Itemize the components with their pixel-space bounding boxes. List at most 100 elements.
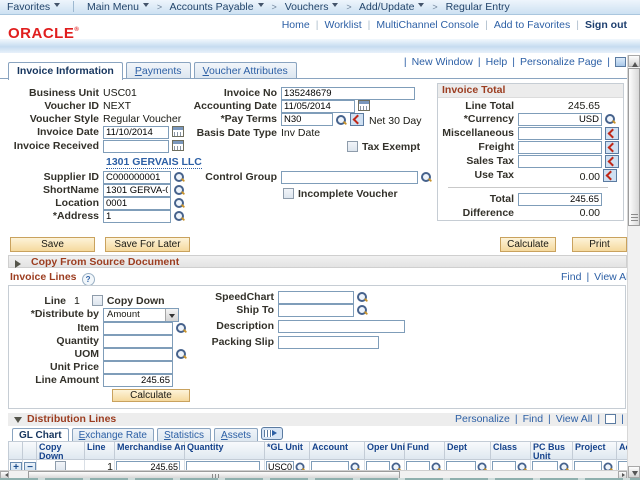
copy-down-checkbox[interactable] [92,295,103,306]
description-field[interactable] [278,320,405,333]
calendar-icon[interactable] [358,100,370,111]
dept-lookup-icon[interactable] [477,462,488,470]
row-oper-unit-field[interactable] [366,461,390,470]
favorites-menu[interactable]: Favorites [7,1,60,13]
show-all-columns-icon[interactable] [261,427,283,440]
invoice-received-field[interactable] [103,140,169,153]
tab-payments[interactable]: Payments [126,62,191,78]
breadcrumb-add-update[interactable]: Add/Update [359,1,424,13]
row-merchandise-amt-field[interactable] [116,461,180,470]
packing-slip-field[interactable] [278,336,379,349]
row-quantity-field[interactable] [186,461,260,470]
personalize-page-link[interactable]: Personalize Page [520,56,602,68]
unit-price-field[interactable] [103,361,173,374]
oper-unit-lookup-icon[interactable] [391,462,402,470]
calendar-icon[interactable] [172,140,184,151]
row-class-field[interactable] [492,461,516,470]
main-menu[interactable]: Main Menu [87,1,149,13]
row-gl-unit-field[interactable] [266,461,294,470]
breadcrumb-accounts-payable[interactable]: Accounts Payable [170,1,264,13]
sales-tax-detail-icon[interactable] [605,155,619,168]
shortname-field[interactable] [103,184,171,197]
distribute-by-select[interactable]: Amount [103,308,179,322]
shortname-lookup-icon[interactable] [173,184,185,196]
line-amount-field[interactable] [103,374,173,387]
tab-statistics[interactable]: Statistics [157,428,211,442]
row-project-field[interactable] [574,461,602,470]
pc-bus-unit-lookup-icon[interactable] [559,462,570,470]
row-dept-field[interactable] [446,461,476,470]
ship-to-field[interactable] [278,304,354,317]
pay-terms-lookup-icon[interactable] [335,114,347,126]
uom-field[interactable] [103,348,173,361]
speedchart-field[interactable] [278,291,354,304]
ship-to-lookup-icon[interactable] [356,304,368,316]
miscellaneous-field[interactable] [518,127,602,140]
scroll-up-arrow[interactable] [628,55,640,67]
sales-tax-field[interactable] [518,155,602,168]
class-lookup-icon[interactable] [517,462,528,470]
help-link[interactable]: Help [486,56,508,68]
tab-invoice-information[interactable]: Invoice Information [8,62,123,80]
invoice-lines-view-all-link[interactable]: View All [594,271,627,283]
new-window-link[interactable]: New Window [412,56,473,68]
tab-assets[interactable]: Assets [214,428,258,442]
control-group-lookup-icon[interactable] [420,171,432,183]
accounting-date-field[interactable] [281,100,355,113]
gl-unit-lookup-icon[interactable] [295,462,306,470]
horizontal-scrollbar[interactable] [0,470,627,478]
scroll-down-arrow[interactable] [628,466,640,478]
row-account-field[interactable] [311,461,349,470]
quantity-field[interactable] [103,335,173,348]
location-field[interactable] [103,197,171,210]
pay-terms-detail-icon[interactable] [350,113,364,126]
add-to-favorites-link[interactable]: Add to Favorites [494,19,570,31]
sign-out-link[interactable]: Sign out [585,19,627,31]
item-field[interactable] [103,322,173,335]
vertical-scrollbar[interactable] [627,55,640,478]
vertical-scroll-thumb[interactable] [628,68,640,226]
pay-terms-field[interactable] [281,113,333,126]
currency-lookup-icon[interactable] [604,113,616,125]
save-button[interactable]: Save [10,237,95,252]
save-for-later-button[interactable]: Save For Later [105,237,190,252]
invoice-no-field[interactable] [281,87,415,100]
print-button[interactable]: Print [572,237,627,252]
supplier-name-link[interactable]: 1301 GERVAIS LLC [106,156,202,169]
invoice-lines-find-link[interactable]: Find [561,271,581,283]
line-calculate-button[interactable]: Calculate [112,389,190,402]
personalize-link[interactable]: Personalize [455,413,510,425]
address-lookup-icon[interactable] [173,210,185,222]
project-lookup-icon[interactable] [603,462,614,470]
calculate-button[interactable]: Calculate [500,237,556,252]
location-lookup-icon[interactable] [173,197,185,209]
home-link[interactable]: Home [282,19,310,31]
breadcrumb-vouchers[interactable]: Vouchers [285,1,339,13]
add-row-button[interactable]: + [10,462,22,470]
control-group-field[interactable] [281,171,418,184]
total-field[interactable] [518,193,602,206]
freight-detail-icon[interactable] [605,141,619,154]
use-tax-detail-icon[interactable] [603,169,617,182]
row-fund-field[interactable] [406,461,430,470]
freight-field[interactable] [518,141,602,154]
fund-lookup-icon[interactable] [431,462,442,470]
incomplete-voucher-checkbox[interactable] [283,188,294,199]
uom-lookup-icon[interactable] [175,348,187,360]
tax-exempt-checkbox[interactable] [347,141,358,152]
distribution-find-link[interactable]: Find [523,413,543,425]
personalize-page-icon[interactable] [615,57,626,67]
account-lookup-icon[interactable] [350,462,361,470]
copy-from-source-bar[interactable]: Copy From Source Document [8,255,627,268]
multichannel-console-link[interactable]: MultiChannel Console [376,19,479,31]
row-copy-down-checkbox[interactable] [55,461,66,470]
distribution-view-all-link[interactable]: View All [556,413,593,425]
miscellaneous-detail-icon[interactable] [605,127,619,140]
download-grid-icon[interactable] [605,414,616,424]
address-field[interactable] [103,210,171,223]
speedchart-lookup-icon[interactable] [356,291,368,303]
delete-row-button[interactable]: − [24,462,36,470]
row-pc-bus-unit-field[interactable] [532,461,558,470]
currency-field[interactable] [518,113,602,126]
tab-voucher-attributes[interactable]: Voucher Attributes [194,62,297,78]
